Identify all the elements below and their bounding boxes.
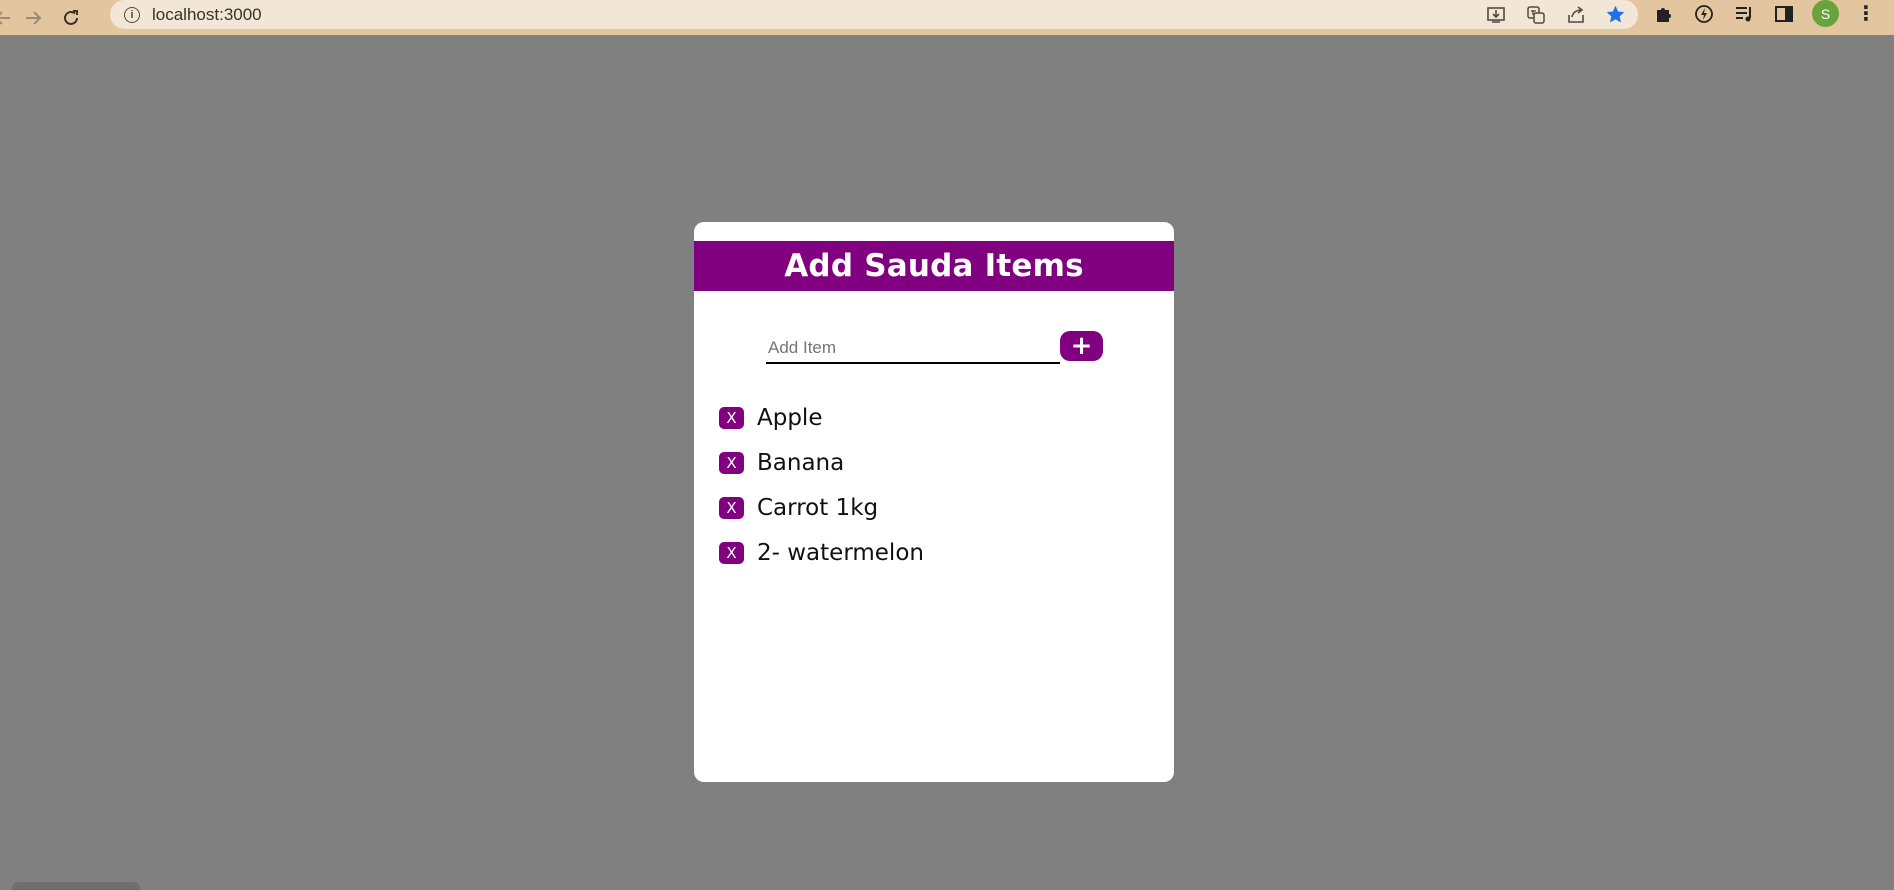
side-panel-icon[interactable]	[1772, 2, 1795, 25]
item-label: Apple	[757, 404, 823, 431]
share-icon[interactable]	[1565, 4, 1586, 25]
list-item: X Apple	[719, 395, 924, 440]
delete-item-button[interactable]: X	[719, 541, 744, 564]
item-list: X Apple X Banana X Carrot 1kg X 2- water…	[719, 395, 924, 575]
bookmark-star-icon[interactable]	[1605, 4, 1626, 25]
site-info-icon[interactable]: i	[124, 6, 140, 23]
reading-list-icon[interactable]	[1732, 2, 1755, 25]
back-arrow-icon[interactable]	[0, 0, 14, 35]
address-bar[interactable]: i localhost:3000	[110, 0, 1638, 29]
delete-item-button[interactable]: X	[719, 496, 744, 519]
list-item: X Carrot 1kg	[719, 485, 924, 530]
item-label: Carrot 1kg	[757, 494, 879, 521]
profile-avatar[interactable]: S	[1812, 0, 1839, 27]
translate-icon[interactable]	[1525, 4, 1546, 25]
add-item-input[interactable]	[766, 331, 1060, 364]
forward-arrow-icon[interactable]	[14, 0, 52, 35]
menu-kebab-icon[interactable]: ⋮	[1856, 4, 1876, 24]
item-label: Banana	[757, 449, 845, 476]
browser-toolbar: i localhost:3000 S ⋮	[0, 0, 1894, 35]
sauda-card: Add Sauda Items + X Apple X Banana X Car…	[694, 222, 1174, 782]
list-item: X Banana	[719, 440, 924, 485]
delete-item-button[interactable]: X	[719, 406, 744, 429]
delete-item-button[interactable]: X	[719, 451, 744, 474]
performance-icon[interactable]	[1692, 2, 1715, 25]
list-item: X 2- watermelon	[719, 530, 924, 575]
reload-icon[interactable]	[52, 0, 90, 35]
add-item-button[interactable]: +	[1060, 330, 1103, 361]
add-item-row: +	[766, 330, 1103, 364]
card-title: Add Sauda Items	[694, 241, 1174, 291]
devtools-drawer-tab[interactable]	[12, 882, 140, 890]
url-text: localhost:3000	[152, 4, 262, 24]
extensions-puzzle-icon[interactable]	[1652, 2, 1675, 25]
install-icon[interactable]	[1485, 4, 1506, 25]
item-label: 2- watermelon	[757, 539, 924, 566]
